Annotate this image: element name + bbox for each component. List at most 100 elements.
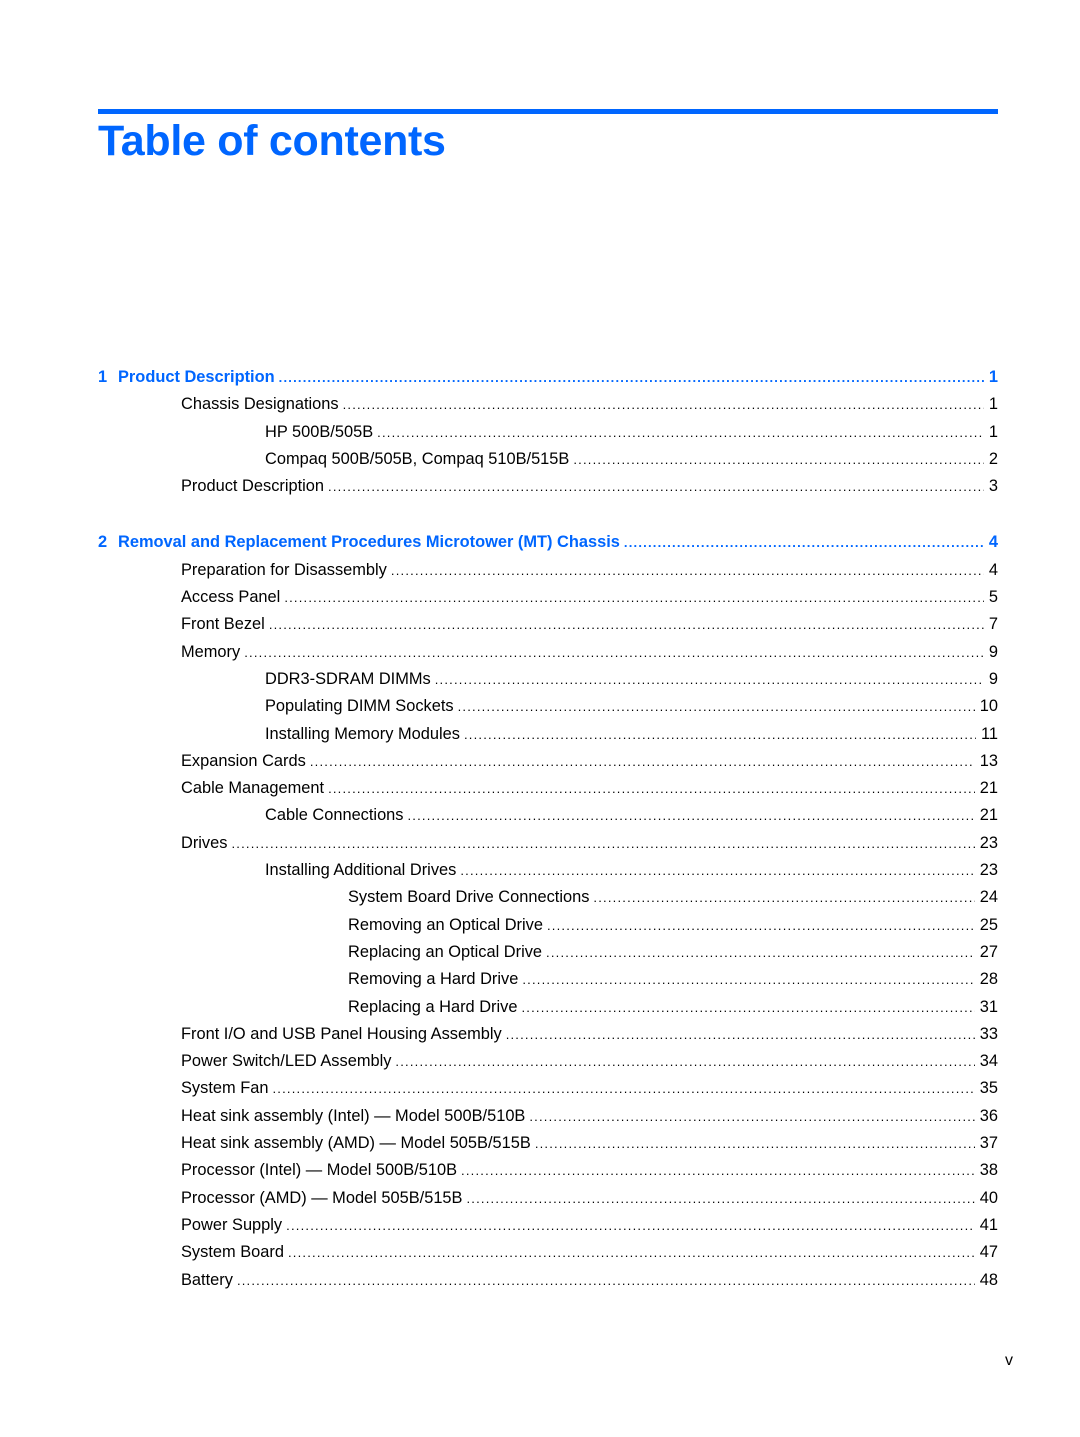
entry-title: DDR3-SDRAM DIMMs bbox=[265, 669, 431, 688]
toc-entry-link[interactable]: Replacing a Hard Drive 31 bbox=[98, 994, 998, 1021]
entry-page-number: 7 bbox=[988, 615, 998, 634]
toc-chapter-link[interactable]: 2 Removal and Replacement Procedures Micr… bbox=[98, 529, 998, 556]
entry-title: Heat sink assembly (AMD) — Model 505B/51… bbox=[181, 1134, 531, 1153]
toc-entry-link[interactable]: HP 500B/505B 1 bbox=[98, 419, 998, 446]
dot-leader bbox=[244, 639, 984, 666]
toc-entry-link[interactable]: Populating DIMM Sockets 10 bbox=[98, 693, 998, 720]
toc-entry-link[interactable]: Expansion Cards 13 bbox=[98, 748, 998, 775]
toc-entry-link[interactable]: Front Bezel 7 bbox=[98, 611, 998, 638]
toc-entry-link[interactable]: Chassis Designations 1 bbox=[98, 391, 998, 418]
toc-entry-link[interactable]: Heat sink assembly (Intel) — Model 500B/… bbox=[98, 1103, 998, 1130]
toc-entry-link[interactable]: Processor (AMD) — Model 505B/515B 40 bbox=[98, 1185, 998, 1212]
chapter-title: 1 Product Description bbox=[98, 364, 279, 391]
dot-leader bbox=[310, 748, 975, 775]
dot-leader bbox=[535, 1130, 975, 1157]
entry-page-number: 31 bbox=[979, 997, 998, 1016]
entry-title: Populating DIMM Sockets bbox=[265, 697, 454, 716]
toc-entry-link[interactable]: Processor (Intel) — Model 500B/510B 38 bbox=[98, 1157, 998, 1184]
entry-page-number: 36 bbox=[979, 1106, 998, 1125]
entry-page-number: 9 bbox=[988, 669, 998, 688]
entry-page-number: 48 bbox=[979, 1270, 998, 1289]
entry-page-number: 23 bbox=[979, 861, 998, 880]
toc-entry-link[interactable]: Replacing an Optical Drive 27 bbox=[98, 939, 998, 966]
dot-leader bbox=[286, 1212, 975, 1239]
dot-leader bbox=[395, 1048, 974, 1075]
toc-entry-link[interactable]: Installing Additional Drives 23 bbox=[98, 857, 998, 884]
dot-leader bbox=[458, 693, 975, 720]
entry-page-number: 1 bbox=[988, 395, 998, 414]
entry-page-number: 21 bbox=[979, 806, 998, 825]
toc-entry-link[interactable]: Cable Connections 21 bbox=[98, 802, 998, 829]
chapter-page-number: 4 bbox=[988, 533, 998, 552]
toc-entry-link[interactable]: Power Switch/LED Assembly 34 bbox=[98, 1048, 998, 1075]
dot-leader bbox=[464, 721, 976, 748]
dot-leader bbox=[546, 939, 975, 966]
entry-title: Replacing a Hard Drive bbox=[348, 997, 518, 1016]
entry-title: Battery bbox=[181, 1270, 233, 1289]
entry-title: Heat sink assembly (Intel) — Model 500B/… bbox=[181, 1106, 526, 1125]
page-title: Table of contents bbox=[98, 117, 446, 165]
entry-title: Preparation for Disassembly bbox=[181, 560, 387, 579]
toc-entry-link[interactable]: Drives 23 bbox=[98, 830, 998, 857]
entry-page-number: 5 bbox=[988, 588, 998, 607]
toc-entry-link[interactable]: Cable Management 21 bbox=[98, 775, 998, 802]
entry-page-number: 24 bbox=[979, 888, 998, 907]
dot-leader bbox=[521, 994, 974, 1021]
toc-entry-link[interactable]: Preparation for Disassembly 4 bbox=[98, 557, 998, 584]
toc-entry-link[interactable]: Removing an Optical Drive 25 bbox=[98, 912, 998, 939]
entry-page-number: 27 bbox=[979, 942, 998, 961]
toc-entry-link[interactable]: Memory 9 bbox=[98, 639, 998, 666]
dot-leader bbox=[466, 1185, 974, 1212]
entry-title: Front I/O and USB Panel Housing Assembly bbox=[181, 1024, 502, 1043]
entry-title: System Fan bbox=[181, 1079, 269, 1098]
toc-entry-link[interactable]: Battery 48 bbox=[98, 1267, 998, 1294]
dot-leader bbox=[391, 557, 984, 584]
chapter-page-number: 1 bbox=[988, 368, 998, 386]
entry-page-number: 37 bbox=[979, 1134, 998, 1153]
entry-title: Access Panel bbox=[181, 588, 281, 607]
dot-leader bbox=[343, 391, 984, 418]
page-number: v bbox=[1005, 1352, 1013, 1369]
toc-entry-link[interactable]: Access Panel 5 bbox=[98, 584, 998, 611]
entry-title: Memory bbox=[181, 642, 241, 661]
dot-leader bbox=[593, 884, 974, 911]
chapter-number: 2 bbox=[98, 533, 108, 552]
entry-title: HP 500B/505B bbox=[265, 422, 374, 441]
entry-page-number: 4 bbox=[988, 560, 998, 579]
toc-entry-link[interactable]: Heat sink assembly (AMD) — Model 505B/51… bbox=[98, 1130, 998, 1157]
toc-entry-link[interactable]: System Board 47 bbox=[98, 1239, 998, 1266]
title-rule bbox=[98, 109, 998, 114]
entry-page-number: 47 bbox=[979, 1243, 998, 1262]
entry-page-number: 40 bbox=[979, 1188, 998, 1207]
dot-leader bbox=[435, 666, 984, 693]
entry-page-number: 23 bbox=[979, 833, 998, 852]
chapter-title-text: Product Description bbox=[118, 368, 275, 386]
dot-leader bbox=[522, 966, 974, 993]
chapter-spacer bbox=[98, 500, 998, 529]
toc-entry-link[interactable]: Power Supply 41 bbox=[98, 1212, 998, 1239]
dot-leader bbox=[506, 1021, 975, 1048]
toc-chapter-link[interactable]: 1 Product Description 1 bbox=[98, 364, 998, 391]
entry-page-number: 33 bbox=[979, 1024, 998, 1043]
toc-entry-link[interactable]: System Board Drive Connections 24 bbox=[98, 884, 998, 911]
toc-entry-link[interactable]: Compaq 500B/505B, Compaq 510B/515B 2 bbox=[98, 446, 998, 473]
toc-entry-link[interactable]: Installing Memory Modules 11 bbox=[98, 721, 998, 748]
table-of-contents: 1Product Description1Chassis Designation… bbox=[98, 364, 998, 1294]
entry-page-number: 10 bbox=[979, 697, 998, 716]
entry-title: Cable Management bbox=[181, 779, 325, 798]
chapter-number: 1 bbox=[98, 368, 108, 386]
toc-entry-link[interactable]: Front I/O and USB Panel Housing Assembly… bbox=[98, 1021, 998, 1048]
toc-entry-link[interactable]: System Fan 35 bbox=[98, 1075, 998, 1102]
dot-leader bbox=[461, 1157, 975, 1184]
dot-leader bbox=[272, 1075, 974, 1102]
toc-entry-link[interactable]: DDR3-SDRAM DIMMs 9 bbox=[98, 666, 998, 693]
toc-entry-link[interactable]: Removing a Hard Drive 28 bbox=[98, 966, 998, 993]
dot-leader bbox=[284, 584, 984, 611]
entry-title: Removing a Hard Drive bbox=[348, 970, 519, 989]
toc-entry-link[interactable]: Product Description 3 bbox=[98, 473, 998, 500]
entry-title: Cable Connections bbox=[265, 806, 404, 825]
entry-title: System Board Drive Connections bbox=[348, 888, 590, 907]
entry-title: Expansion Cards bbox=[181, 751, 306, 770]
chapter-title-text: Removal and Replacement Procedures Micro… bbox=[118, 533, 620, 552]
dot-leader bbox=[288, 1239, 975, 1266]
